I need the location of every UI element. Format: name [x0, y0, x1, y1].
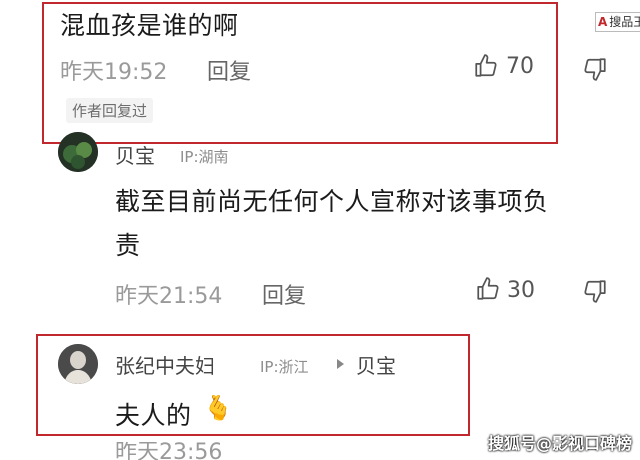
comment-1-time: 昨天19:52 [60, 60, 168, 85]
comment-1-text: 混血孩是谁的啊 [60, 11, 239, 40]
comment-2-like-count: 30 [507, 278, 535, 303]
comment-2-time: 昨天21:54 [115, 284, 223, 309]
comment-2-text-line-2: 责 [115, 231, 141, 260]
comment-1-like-count: 70 [506, 54, 534, 79]
watermark-text: 搜品王 [609, 15, 640, 29]
comment-3-reply-to[interactable]: 贝宝 [356, 350, 396, 379]
comment-2-username[interactable]: 贝宝 [115, 140, 155, 169]
avatar-comment-2[interactable] [58, 132, 98, 172]
reply-arrow-icon [334, 358, 346, 370]
comment-3-time: 昨天23:56 [115, 442, 223, 460]
comment-2-reply-button[interactable]: 回复 [262, 278, 306, 310]
finger-heart-emoji: 🫰 [203, 394, 233, 422]
comment-3-ip-location: IP:浙江 [260, 358, 309, 376]
avatar-comment-3[interactable] [58, 344, 98, 384]
comment-3-text: 夫人的 [115, 401, 192, 430]
bottom-watermark: 搜狐号@影视口碑榜 [488, 434, 633, 453]
thumbs-down-icon[interactable] [582, 278, 608, 304]
watermark-letter: A [598, 15, 608, 29]
comment-2-ip-location: IP:湖南 [180, 148, 229, 166]
watermark-tag: A搜品王 [595, 12, 640, 32]
highlight-box-comment-3 [36, 334, 470, 436]
author-replied-badge: 作者回复过 [66, 98, 154, 123]
comment-1-reply-button[interactable]: 回复 [207, 54, 251, 86]
thumbs-down-icon[interactable] [582, 56, 608, 82]
comment-3-username[interactable]: 张纪中夫妇 [115, 350, 215, 379]
thumbs-up-icon[interactable] [475, 276, 501, 302]
thumbs-up-icon[interactable] [473, 53, 499, 79]
comment-2-text-line-1: 截至目前尚无任何个人宣称对该事项负 [115, 187, 549, 216]
